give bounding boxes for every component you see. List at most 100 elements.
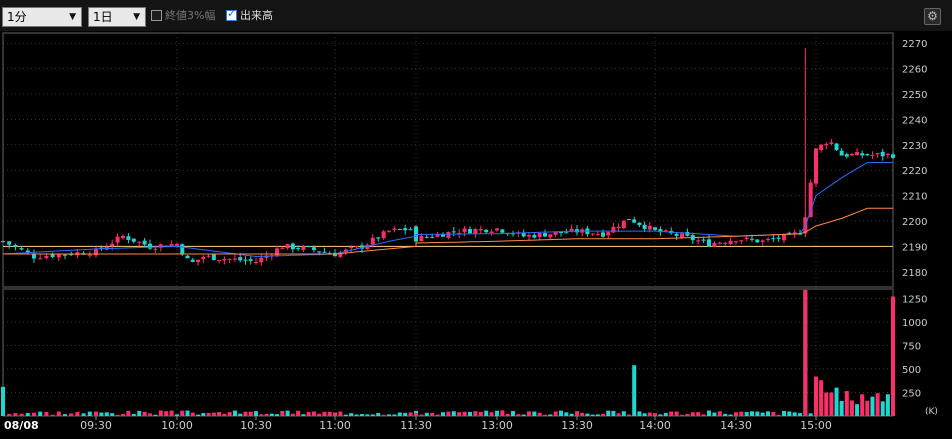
candle-body	[1, 241, 5, 243]
volume-bar	[175, 414, 179, 416]
volume-bar	[865, 400, 870, 416]
volume-bar	[164, 411, 169, 416]
volume-tick-label: 250	[902, 388, 921, 399]
interval-select[interactable]: 1分 ▼	[2, 7, 82, 27]
volume-bar	[99, 412, 104, 416]
volume-bar	[333, 412, 337, 416]
volume-bar	[392, 414, 397, 416]
candle-body	[243, 259, 248, 261]
candle-body	[115, 236, 120, 243]
candle-body	[755, 239, 760, 243]
price-volume-chart: 2180 2190 2200 2210 2220 2230 2240 2250 2260 2270…	[1, 32, 938, 432]
candle-body	[430, 236, 435, 238]
candle-body	[717, 242, 722, 244]
candle-body	[232, 258, 237, 260]
candle-body	[381, 231, 386, 239]
volume-bar	[69, 413, 74, 416]
price-tick-label: 2240	[902, 115, 927, 126]
x-tick-label: 11:30	[400, 419, 432, 432]
price-tick-label: 2260	[902, 65, 927, 76]
candle-body	[473, 229, 478, 234]
x-tick-label: 11:00	[319, 419, 351, 432]
range3-checkbox[interactable]	[151, 10, 162, 21]
volume-bar	[690, 412, 695, 416]
volume-bar	[680, 414, 684, 416]
candle-body	[495, 228, 499, 231]
volume-bar	[408, 412, 413, 416]
x-tick-label: 14:00	[639, 419, 671, 432]
candle-body	[376, 237, 381, 239]
volume-bar	[787, 411, 792, 416]
volume-bar	[206, 412, 211, 416]
candle-body	[653, 227, 657, 230]
price-tick-label: 2220	[902, 166, 927, 177]
volume-bar	[397, 412, 402, 416]
candle-body	[616, 226, 621, 229]
volume-bar	[227, 412, 232, 416]
volume-bar	[430, 412, 435, 416]
volume-bar	[585, 413, 590, 416]
candle-body	[63, 254, 67, 256]
volume-bar	[121, 414, 125, 416]
chevron-down-icon: ▼	[133, 12, 140, 22]
volume-label: 出来高	[240, 9, 273, 22]
volume-bar	[381, 414, 386, 416]
chevron-down-icon: ▼	[69, 12, 76, 22]
volume-bar	[38, 411, 43, 416]
volume-bar	[559, 410, 563, 416]
volume-bar	[87, 411, 92, 416]
volume-bar	[264, 413, 269, 416]
period-select[interactable]: 1日 ▼	[88, 7, 146, 27]
volume-bar	[717, 411, 722, 416]
candle-body	[87, 254, 92, 256]
volume-bar	[44, 412, 49, 416]
candle-body	[175, 243, 179, 246]
volume-bar	[601, 413, 605, 416]
candle-body	[137, 241, 142, 243]
candle-body	[370, 237, 375, 245]
candle-body	[317, 251, 322, 253]
candle-body	[424, 236, 429, 238]
volume-bar	[627, 414, 631, 416]
volume-bar	[653, 413, 657, 416]
candle-body	[527, 234, 531, 237]
volume-checkbox[interactable]	[226, 7, 237, 21]
volume-bar	[511, 411, 515, 416]
volume-bar	[521, 414, 526, 416]
volume-bar	[484, 410, 489, 416]
candle-body	[238, 257, 243, 261]
candle-body	[148, 243, 152, 249]
price-tick-label: 2210	[902, 192, 927, 203]
candle-body	[185, 255, 190, 259]
candle-body	[217, 259, 222, 261]
candle-body	[408, 229, 413, 231]
volume-bar	[126, 410, 131, 416]
volume-bar	[403, 412, 408, 416]
volume-bar	[248, 411, 253, 416]
candle-body	[771, 238, 776, 240]
volume-bar	[844, 391, 849, 416]
candle-body	[206, 255, 211, 257]
volume-bar	[19, 413, 24, 416]
volume-bar	[611, 410, 616, 416]
volume-bar	[669, 411, 674, 416]
x-tick-label: 10:30	[240, 419, 272, 432]
volume-bar	[296, 410, 301, 416]
volume-bar	[548, 414, 553, 416]
volume-bar	[829, 392, 834, 416]
volume-bar	[232, 410, 237, 416]
volume-bar	[196, 414, 201, 416]
gear-icon[interactable]: ⚙	[924, 8, 941, 25]
volume-bar	[792, 412, 797, 416]
volume-bar	[564, 412, 569, 416]
candle-body	[248, 259, 253, 261]
candle-body	[296, 248, 301, 250]
volume-bar	[32, 412, 36, 416]
volume-bar	[63, 414, 67, 416]
volume-bar	[637, 411, 642, 416]
volume-bar	[606, 410, 611, 416]
volume-bar	[387, 414, 391, 416]
volume-bar	[839, 400, 844, 416]
volume-bar	[317, 413, 322, 416]
volume-bar	[238, 413, 243, 416]
